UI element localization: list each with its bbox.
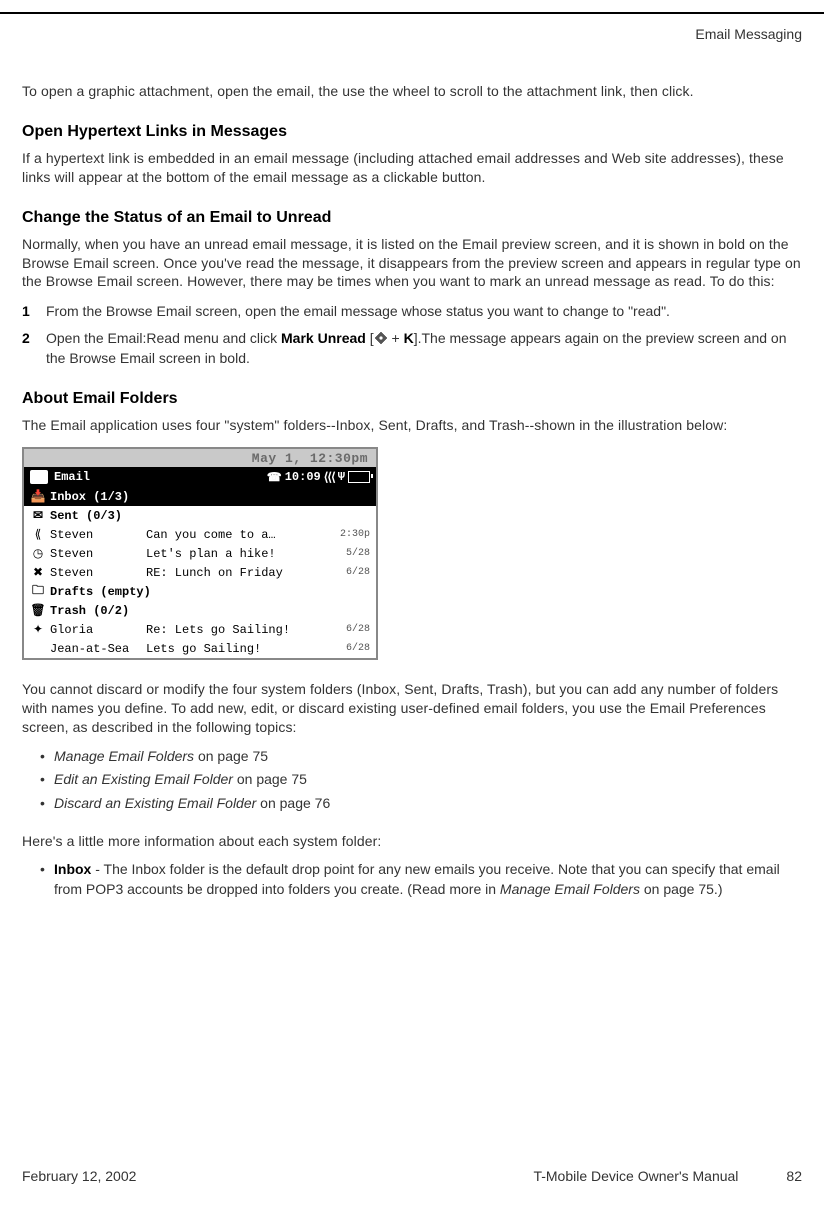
trash-icon: 🗑 (30, 603, 46, 618)
sender: Steven (50, 547, 146, 561)
app-title: Email (54, 470, 90, 484)
email-row-1: ⟪ Steven Can you come to a… 2:30p (24, 525, 376, 544)
subject: Can you come to a… (146, 528, 332, 542)
system-folder-list: Inbox - The Inbox folder is the default … (22, 860, 802, 899)
page-ref: on page 75 (194, 748, 268, 764)
sender: Jean-at-Sea (50, 642, 146, 656)
topic-discard-folder: Discard an Existing Email Folder on page… (54, 794, 802, 814)
topic-links-list: Manage Email Folders on page 75 Edit an … (22, 747, 802, 814)
mark-unread-label: Mark Unread (281, 330, 366, 346)
email-row-5: Jean-at-Sea Lets go Sailing! 6/28 (24, 639, 376, 658)
paragraph-folders-explain: You cannot discard or modify the four sy… (22, 680, 802, 737)
folder-sent-row: ✉ Sent (0/3) (24, 506, 376, 525)
folder-trash-label: Trash (0/2) (50, 604, 129, 618)
inbox-description: Inbox - The Inbox folder is the default … (54, 860, 802, 899)
steps-list: 1 From the Browse Email screen, open the… (22, 301, 802, 368)
text-fragment: Open the Email:Read menu and click (46, 330, 281, 346)
folder-drafts-row: 🗀 Drafts (empty) (24, 582, 376, 601)
heading-about-folders: About Email Folders (22, 390, 802, 408)
inbox-term: Inbox (54, 861, 91, 877)
heading-open-hypertext: Open Hypertext Links in Messages (22, 123, 802, 141)
time: 6/28 (332, 567, 370, 578)
time: 2:30p (332, 529, 370, 540)
link-text: Discard an Existing Email Folder (54, 795, 256, 811)
topic-manage-folders: Manage Email Folders on page 75 (54, 747, 802, 767)
reply-all-icon: ⟪ (30, 527, 46, 542)
paragraph-change-status: Normally, when you have an unread email … (22, 235, 802, 292)
device-screenshot: May 1, 12:30pm Email ☎ 10:09 ⟨⟨⟨ Ψ 📥 Inb… (22, 447, 378, 660)
phone-icon: ☎ (267, 470, 282, 485)
page-ref: on page 75 (233, 771, 307, 787)
running-header: Email Messaging (22, 26, 802, 42)
text-fragment: on page 75.) (640, 881, 723, 897)
device-titlebar: Email ☎ 10:09 ⟨⟨⟨ Ψ (24, 467, 376, 487)
folder-trash-row: 🗑 Trash (0/2) (24, 601, 376, 620)
step-2: 2 Open the Email:Read menu and click Mar… (22, 328, 802, 369)
signal-icon: ⟨⟨⟨ (324, 470, 335, 485)
folder-inbox-label: Inbox (1/3) (50, 490, 129, 504)
text-fragment: [ (366, 330, 374, 346)
step-1-text: From the Browse Email screen, open the e… (46, 301, 802, 321)
step-number: 1 (22, 301, 46, 321)
footer-page-number: 82 (786, 1168, 802, 1184)
battery-icon (348, 471, 370, 483)
folder-sent-label: Sent (0/3) (50, 509, 122, 523)
paragraph-more-info: Here's a little more information about e… (22, 832, 802, 851)
wheel-icon (374, 330, 388, 344)
link-text: Manage Email Folders (500, 881, 640, 897)
time: 5/28 (332, 548, 370, 559)
email-app-icon (30, 470, 48, 484)
time: 6/28 (332, 643, 370, 654)
heading-change-status: Change the Status of an Email to Unread (22, 209, 802, 227)
intro-paragraph: To open a graphic attachment, open the e… (22, 82, 802, 101)
subject: RE: Lunch on Friday (146, 566, 332, 580)
email-row-3: ✖ Steven RE: Lunch on Friday 6/28 (24, 563, 376, 582)
device-status-bar: May 1, 12:30pm (24, 449, 376, 467)
footer-manual-title: T-Mobile Device Owner's Manual (533, 1168, 738, 1184)
subject: Lets go Sailing! (146, 642, 332, 656)
page-container: Email Messaging To open a graphic attach… (0, 12, 824, 1210)
inbox-icon: 📥 (30, 489, 46, 504)
clock-text: 10:09 (285, 470, 321, 484)
link-text: Manage Email Folders (54, 748, 194, 764)
page-footer: February 12, 2002 T-Mobile Device Owner'… (22, 1168, 802, 1184)
sender: Steven (50, 528, 146, 542)
sent-icon: ✉ (30, 508, 46, 523)
step-number: 2 (22, 328, 46, 369)
x-icon: ✖ (30, 565, 46, 580)
sender: Gloria (50, 623, 146, 637)
star-icon: ✦ (30, 622, 46, 637)
step-1: 1 From the Browse Email screen, open the… (22, 301, 802, 321)
sender: Steven (50, 566, 146, 580)
link-text: Edit an Existing Email Folder (54, 771, 233, 787)
topic-edit-folder: Edit an Existing Email Folder on page 75 (54, 770, 802, 790)
clock-icon: ◷ (30, 546, 46, 561)
device-right-status: ☎ 10:09 ⟨⟨⟨ Ψ (267, 470, 370, 485)
step-2-text: Open the Email:Read menu and click Mark … (46, 328, 802, 369)
email-row-2: ◷ Steven Let's plan a hike! 5/28 (24, 544, 376, 563)
folder-drafts-label: Drafts (empty) (50, 585, 151, 599)
subject: Let's plan a hike! (146, 547, 332, 561)
footer-date: February 12, 2002 (22, 1168, 136, 1184)
paragraph-about-folders: The Email application uses four "system"… (22, 416, 802, 435)
text-fragment: + (388, 330, 404, 346)
paragraph-open-hypertext: If a hypertext link is embedded in an em… (22, 149, 802, 187)
folder-icon: 🗀 (30, 581, 46, 602)
folder-inbox-row: 📥 Inbox (1/3) (24, 487, 376, 506)
time: 6/28 (332, 624, 370, 635)
page-ref: on page 76 (256, 795, 330, 811)
subject: Re: Lets go Sailing! (146, 623, 332, 637)
key-k: K (404, 330, 414, 346)
antenna-icon: Ψ (338, 470, 345, 484)
email-row-4: ✦ Gloria Re: Lets go Sailing! 6/28 (24, 620, 376, 639)
